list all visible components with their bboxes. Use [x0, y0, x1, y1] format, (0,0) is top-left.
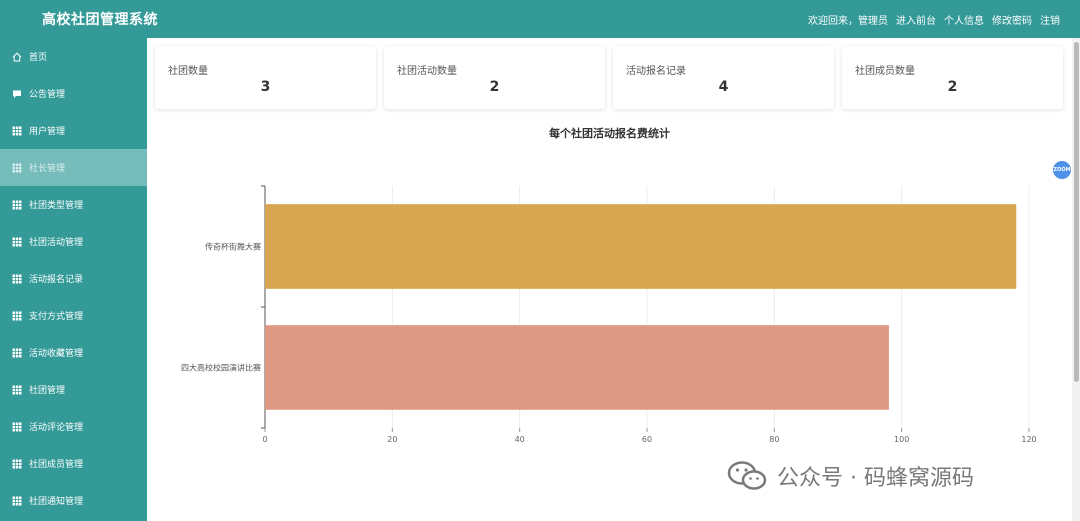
grid-icon	[12, 459, 22, 469]
sidebar-item-10[interactable]: 活动评论管理	[0, 408, 147, 445]
bar-1	[265, 325, 889, 410]
grid-icon	[12, 311, 22, 321]
sidebar-item-1[interactable]: 公告管理	[0, 75, 147, 112]
sidebar-item-label: 社团管理	[29, 386, 66, 396]
sidebar-item-label: 社团类型管理	[29, 201, 84, 211]
scrollbar-thumb[interactable]	[1074, 42, 1079, 382]
grid-icon	[12, 496, 22, 506]
sidebar-item-3[interactable]: 社长管理	[0, 149, 147, 186]
sidebar-item-9[interactable]: 社团管理	[0, 371, 147, 408]
grid-icon	[12, 126, 22, 136]
sidebar-item-label: 首页	[29, 53, 48, 63]
main-content: 社团数量 3 社团活动数量 2 活动报名记录 4 社团成员数量 2 每个社团活动报名费统计 0…	[147, 38, 1072, 521]
profile-link[interactable]: 个人信息	[944, 12, 984, 27]
grid-icon	[12, 385, 22, 395]
logout-link[interactable]: 注销	[1040, 12, 1060, 27]
sidebar-item-label: 活动收藏管理	[29, 349, 84, 359]
comment-icon	[12, 89, 22, 99]
sidebar-item-label: 社团成员管理	[29, 460, 84, 470]
x-tick-label: 20	[387, 435, 397, 444]
sidebar-item-label: 活动评论管理	[29, 423, 84, 433]
grid-icon	[12, 200, 22, 210]
grid-icon	[12, 163, 22, 173]
home-icon	[12, 52, 22, 62]
app-title: 高校社团管理系统	[42, 12, 158, 28]
x-tick-label: 0	[262, 435, 267, 444]
change-password-link[interactable]: 修改密码	[992, 12, 1032, 27]
x-tick-label: 120	[1021, 435, 1036, 444]
sidebar-item-7[interactable]: 支付方式管理	[0, 297, 147, 334]
watermark: 公众号 · 码蜂窝源码	[727, 460, 974, 492]
page-scrollbar[interactable]	[1072, 38, 1080, 521]
y-category-label: 传奇杯街舞大赛	[205, 242, 261, 252]
sidebar-item-5[interactable]: 社团活动管理	[0, 223, 147, 260]
sidebar-item-label: 社团活动管理	[29, 238, 84, 248]
x-tick-label: 60	[642, 435, 652, 444]
top-header: 高校社团管理系统 欢迎回来，管理员 进入前台 个人信息 修改密码 注销	[0, 0, 1080, 38]
welcome-text: 欢迎回来，管理员	[808, 16, 888, 27]
bar-chart: 0 20 40 60 80 100 120 传奇杯街舞大赛四大高校校园演讲比赛	[181, 185, 1037, 444]
enter-frontend-link[interactable]: 进入前台	[896, 12, 936, 27]
x-tick-label: 100	[894, 435, 909, 444]
header-links: 欢迎回来，管理员 进入前台 个人信息 修改密码 注销	[808, 12, 1060, 27]
grid-icon	[12, 274, 22, 284]
sidebar-item-label: 活动报名记录	[29, 275, 84, 285]
sidebar-item-label: 社长管理	[29, 164, 66, 174]
sidebar-item-label: 公告管理	[29, 90, 66, 100]
y-category-label: 四大高校校园演讲比赛	[181, 363, 261, 373]
grid-icon	[12, 237, 22, 247]
sidebar-item-label: 用户管理	[29, 127, 66, 137]
grid-icon	[12, 348, 22, 358]
sidebar-item-0[interactable]: 首页	[0, 38, 147, 75]
sidebar-item-label: 支付方式管理	[29, 312, 84, 322]
sidebar-item-12[interactable]: 社团通知管理	[0, 482, 147, 519]
x-tick-label: 40	[515, 435, 525, 444]
sidebar-item-8[interactable]: 活动收藏管理	[0, 334, 147, 371]
sidebar-item-2[interactable]: 用户管理	[0, 112, 147, 149]
wechat-icon	[727, 461, 767, 490]
sidebar-menu: 首页公告管理用户管理社长管理社团类型管理 社团活动管理 活动报名记录 支付方式管理 活动…	[0, 38, 147, 521]
sidebar-item-label: 社团通知管理	[29, 497, 84, 507]
grid-icon	[12, 422, 22, 432]
watermark-text: 公众号 · 码蜂窝源码	[777, 466, 974, 491]
x-tick-label: 80	[769, 435, 779, 444]
sidebar-item-4[interactable]: 社团类型管理	[0, 186, 147, 223]
bar-0	[265, 204, 1017, 289]
sidebar-item-6[interactable]: 活动报名记录	[0, 260, 147, 297]
sidebar-item-11[interactable]: 社团成员管理	[0, 445, 147, 482]
zoom-button[interactable]: ZOOM	[1053, 161, 1071, 179]
